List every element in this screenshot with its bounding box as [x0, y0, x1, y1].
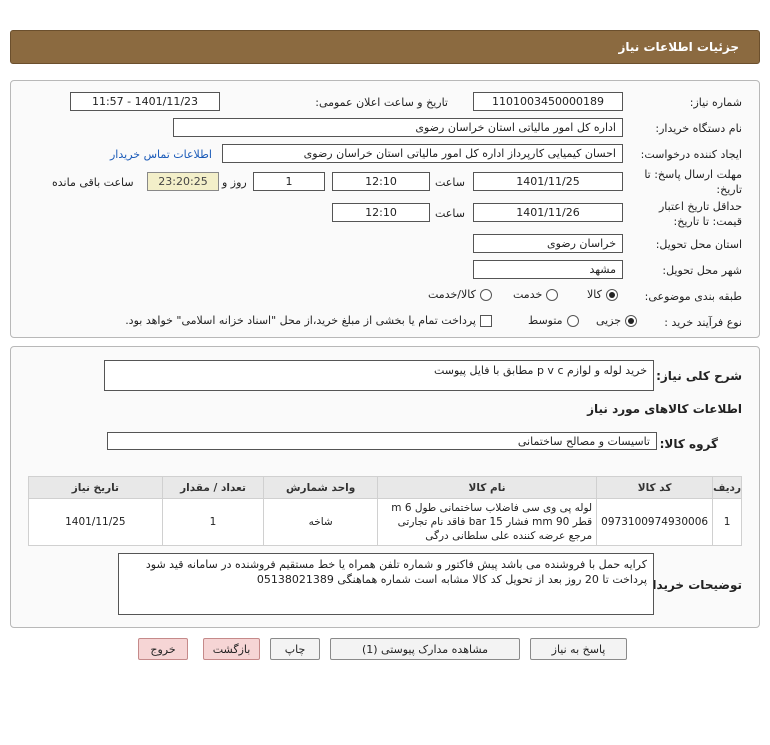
category-option-service[interactable]: خدمت — [513, 288, 559, 301]
requester-label: ایجاد کننده درخواست: — [640, 148, 742, 161]
attachments-button[interactable]: مشاهده مدارک پیوستی (1) — [330, 638, 520, 660]
requester-field: احسان کیمیایی کارپرداز اداره کل امور مال… — [222, 144, 623, 163]
category-label: طبقه بندی موضوعی: — [644, 290, 742, 303]
announce-datetime-field: 1401/11/23 - 11:57 — [70, 92, 220, 111]
process-label: نوع فرآیند خرید : — [664, 316, 742, 329]
summary-field: خرید لوله و لوازم p v c مطابق با فایل پی… — [104, 360, 654, 391]
validity-label: حداقل تاریخ اعتبار — [658, 200, 742, 213]
validity-time-label: ساعت — [435, 207, 465, 220]
col-date: تاریخ نیاز — [28, 476, 163, 499]
days-field: 1 — [253, 172, 325, 191]
exit-button[interactable]: خروج — [138, 638, 188, 660]
back-button[interactable]: بازگشت — [203, 638, 260, 660]
remaining-time-field: 23:20:25 — [147, 172, 219, 191]
row-qty: 1 — [161, 498, 265, 546]
goods-info-title: اطلاعات کالاهای مورد نیاز — [587, 402, 742, 416]
deadline-date-field: 1401/11/25 — [473, 172, 623, 191]
row-unit: شاخه — [263, 498, 378, 546]
process-option-medium[interactable]: متوسط — [528, 314, 579, 327]
category-goods-service-label: کالا/خدمت — [428, 288, 476, 301]
remaining-time-label: ساعت باقی مانده — [52, 176, 134, 189]
row-name: لوله پی وی سی فاضلاب ساختمانی طول 6 m قط… — [376, 498, 598, 546]
process-minor-label: جزیی — [596, 314, 622, 327]
need-number-field: 1101003450000189 — [473, 92, 623, 111]
page-header: جزئیات اطلاعات نیاز — [10, 30, 760, 64]
buyer-org-field: اداره کل امور مالیاتی استان خراسان رضوی — [173, 118, 623, 137]
deadline-time-field: 12:10 — [332, 172, 430, 191]
summary-label: شرح کلی نیاز: — [656, 369, 742, 383]
row-index: 1 — [712, 498, 742, 546]
treasury-payment-option[interactable]: پرداخت تمام یا بخشی از مبلغ خرید،از محل … — [125, 314, 492, 327]
city-field: مشهد — [473, 260, 623, 279]
buyer-notes-field: کرایه حمل با فروشنده می باشد پیش فاکتور … — [118, 553, 654, 615]
col-unit: واحد شمارش — [263, 476, 378, 499]
announce-datetime-label: تاریخ و ساعت اعلان عمومی: — [315, 96, 448, 109]
row-date: 1401/11/25 — [28, 498, 163, 546]
goods-group-field: تاسیسات و مصالح ساختمانی — [107, 432, 657, 450]
goods-group-label: گروه کالا: — [659, 437, 718, 451]
category-goods-label: کالا — [587, 288, 602, 301]
treasury-payment-label: پرداخت تمام یا بخشی از مبلغ خرید،از محل … — [125, 314, 476, 327]
days-label: روز و — [222, 176, 247, 189]
buyer-org-label: نام دستگاه خریدار: — [655, 122, 742, 135]
buyer-contact-link[interactable]: اطلاعات تماس خریدار — [110, 148, 212, 161]
validity-time-field: 12:10 — [332, 203, 430, 222]
deadline-label: مهلت ارسال پاسخ: تا — [644, 168, 742, 181]
validity-date-label: قیمت: تا تاریخ: — [673, 215, 742, 228]
radio-medium[interactable] — [566, 314, 579, 327]
deadline-date-label: تاریخ: — [716, 183, 742, 196]
need-number-label: شماره نیاز: — [689, 96, 742, 109]
process-medium-label: متوسط — [528, 314, 563, 327]
city-label: شهر محل تحویل: — [662, 264, 742, 277]
treasury-payment-checkbox[interactable] — [480, 314, 492, 327]
radio-goods-service[interactable] — [479, 288, 492, 301]
process-option-minor[interactable]: جزیی — [596, 314, 638, 327]
radio-goods[interactable] — [605, 288, 618, 301]
province-field: خراسان رضوی — [473, 234, 623, 253]
goods-table-header: ردیف کد کالا نام کالا واحد شمارش تعداد /… — [28, 476, 742, 499]
category-service-label: خدمت — [513, 288, 543, 301]
category-option-goods-service[interactable]: کالا/خدمت — [428, 288, 492, 301]
buyer-notes-label: توضیحات خریدار: — [640, 578, 742, 592]
print-button[interactable]: چاپ — [270, 638, 320, 660]
page-title: جزئیات اطلاعات نیاز — [618, 40, 739, 54]
validity-date-field: 1401/11/26 — [473, 203, 623, 222]
table-row: 1 0973100974930006 لوله پی وی سی فاضلاب … — [28, 498, 742, 546]
col-code: کد کالا — [596, 476, 714, 499]
row-code: 0973100974930006 — [596, 498, 714, 546]
col-qty: تعداد / مقدار — [161, 476, 265, 499]
radio-minor[interactable] — [625, 314, 638, 327]
reply-button[interactable]: پاسخ به نیاز — [530, 638, 627, 660]
province-label: استان محل تحویل: — [655, 238, 742, 251]
deadline-time-label: ساعت — [435, 176, 465, 189]
col-index: ردیف — [712, 476, 742, 499]
col-name: نام کالا — [376, 476, 598, 499]
goods-table: ردیف کد کالا نام کالا واحد شمارش تعداد /… — [28, 476, 742, 546]
category-option-goods[interactable]: کالا — [587, 288, 618, 301]
radio-service[interactable] — [546, 288, 559, 301]
